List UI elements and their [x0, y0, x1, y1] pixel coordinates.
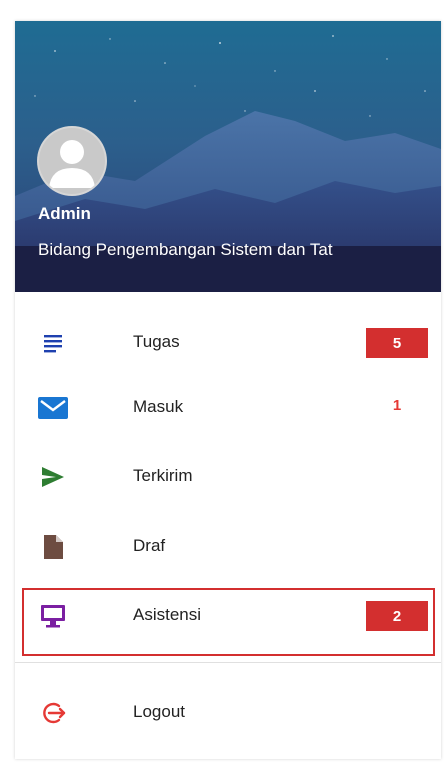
menu-label: Tugas	[133, 332, 180, 351]
count-badge: 1	[392, 397, 402, 414]
divider	[15, 662, 441, 663]
menu-item-masuk[interactable]: Masuk 1	[15, 378, 441, 438]
file-icon	[37, 531, 69, 563]
user-unit: Bidang Pengembangan Sistem dan Tat	[38, 240, 333, 259]
menu-label: Terkirim	[133, 466, 193, 485]
list-icon	[37, 327, 69, 359]
profile-header: Admin Bidang Pengembangan Sistem dan Tat	[15, 21, 441, 292]
avatar[interactable]	[37, 126, 107, 196]
menu-item-tugas[interactable]: Tugas 5	[15, 313, 441, 373]
menu-item-logout[interactable]: Logout	[15, 683, 441, 743]
count-badge: 5	[366, 328, 428, 358]
user-name: Admin	[38, 204, 91, 223]
menu-item-asistensi[interactable]: Asistensi 2	[15, 586, 441, 656]
user-silhouette-icon	[49, 140, 95, 188]
menu-label: Draf	[133, 536, 166, 555]
navigation-drawer: Admin Bidang Pengembangan Sistem dan Tat…	[15, 21, 441, 759]
menu-label: Masuk	[133, 397, 184, 416]
menu-item-draf[interactable]: Draf	[15, 517, 441, 577]
menu-label: Asistensi	[133, 605, 202, 624]
send-icon	[37, 461, 69, 493]
logout-icon	[37, 697, 69, 729]
count-badge: 2	[366, 601, 428, 631]
logout-label: Logout	[133, 702, 185, 721]
menu-item-terkirim[interactable]: Terkirim	[15, 447, 441, 507]
monitor-icon	[37, 600, 69, 632]
mail-icon	[37, 392, 69, 424]
